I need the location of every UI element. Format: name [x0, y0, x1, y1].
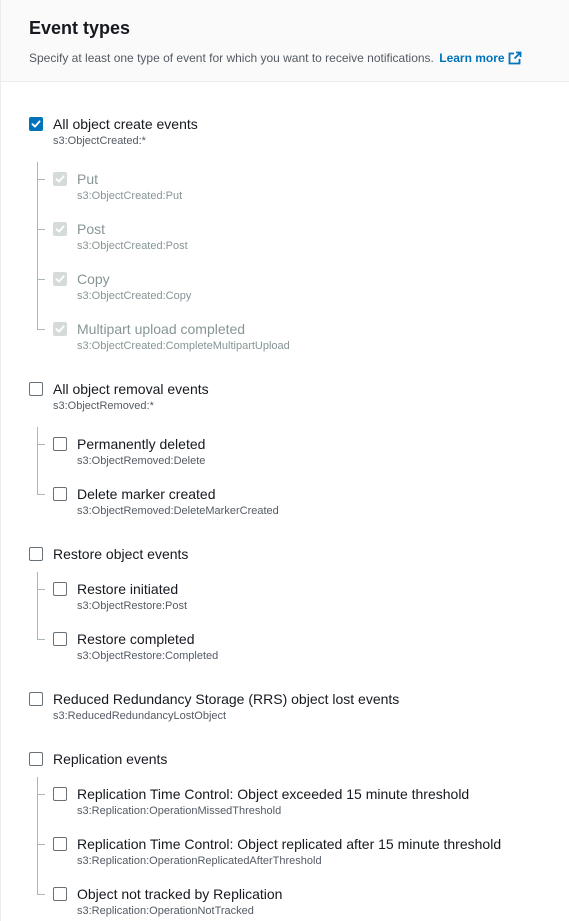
tree-branch-line	[37, 639, 45, 640]
event-checkbox	[53, 222, 67, 236]
event-code: s3:Replication:OperationMissedThreshold	[77, 805, 282, 817]
group-event-code: s3:ObjectRemoved:*	[53, 400, 154, 412]
event-code: s3:ObjectRemoved:DeleteMarkerCreated	[77, 505, 279, 517]
event-code: s3:ObjectRemoved:Delete	[77, 455, 206, 467]
event-code: s3:ObjectRestore:Completed	[77, 650, 219, 662]
tree-branch-line	[37, 894, 45, 895]
event-label: Put	[77, 171, 99, 187]
group-checkbox[interactable]	[29, 692, 43, 706]
event-checkbox	[53, 322, 67, 336]
event-checkbox[interactable]	[53, 487, 67, 501]
group-label: Reduced Redundancy Storage (RRS) object …	[53, 691, 400, 707]
event-code: s3:ObjectCreated:Put	[77, 190, 183, 202]
tree-branch-line	[37, 279, 45, 280]
tree-branch-line	[37, 229, 45, 230]
event-checkbox[interactable]	[53, 582, 67, 596]
event-checkbox[interactable]	[53, 837, 67, 851]
event-label: Restore completed	[77, 631, 195, 647]
group-label: All object create events	[53, 116, 198, 132]
event-checkbox[interactable]	[53, 887, 67, 901]
event-label: Post	[77, 221, 106, 237]
event-code: s3:ObjectCreated:Copy	[77, 290, 192, 302]
event-checkbox[interactable]	[53, 632, 67, 646]
event-checkbox[interactable]	[53, 787, 67, 801]
tree-branch-line	[37, 794, 45, 795]
group-label: Restore object events	[53, 546, 189, 562]
tree-connector-line	[37, 162, 38, 330]
event-label: Restore initiated	[77, 581, 179, 597]
event-code: s3:Replication:OperationNotTracked	[77, 905, 254, 917]
group-event-code: s3:ReducedRedundancyLostObject	[53, 710, 227, 722]
section-description: Specify at least one type of event for w…	[29, 50, 569, 69]
tree-branch-line	[37, 589, 45, 590]
event-label: Object not tracked by Replication	[77, 886, 283, 902]
tree-connector-line	[37, 572, 38, 640]
description-text: Specify at least one type of event for w…	[29, 51, 434, 65]
event-label: Multipart upload completed	[77, 321, 246, 337]
event-label: Copy	[77, 271, 110, 287]
learn-more-link[interactable]: Learn more	[439, 51, 521, 65]
event-code: s3:ObjectCreated:Post	[77, 240, 188, 252]
event-checkbox[interactable]	[53, 437, 67, 451]
event-label: Delete marker created	[77, 486, 216, 502]
event-label: Replication Time Control: Object exceede…	[77, 786, 470, 802]
group-checkbox[interactable]	[29, 117, 43, 131]
section-title: Event types	[29, 18, 131, 38]
event-code: s3:Replication:OperationReplicatedAfterT…	[77, 855, 322, 867]
event-type-list: All object create events s3:ObjectCreated…	[0, 82, 569, 921]
event-code: s3:ObjectRestore:Post	[77, 600, 188, 612]
group-event-code: s3:ObjectCreated:*	[53, 135, 146, 147]
tree-branch-line	[37, 329, 45, 330]
group-checkbox[interactable]	[29, 547, 43, 561]
tree-branch-line	[37, 444, 45, 445]
tree-connector-line	[37, 427, 38, 495]
event-label: Permanently deleted	[77, 436, 206, 452]
group-label: Replication events	[53, 751, 168, 767]
event-label: Replication Time Control: Object replica…	[77, 836, 502, 852]
group-checkbox[interactable]	[29, 382, 43, 396]
tree-branch-line	[37, 179, 45, 180]
group-checkbox[interactable]	[29, 752, 43, 766]
tree-branch-line	[37, 844, 45, 845]
tree-connector-line	[37, 777, 38, 895]
event-checkbox	[53, 172, 67, 186]
group-label: All object removal events	[53, 381, 209, 397]
tree-branch-line	[37, 494, 45, 495]
external-link-icon	[508, 51, 522, 69]
learn-more-label: Learn more	[439, 51, 505, 65]
event-code: s3:ObjectCreated:CompleteMultipartUpload	[77, 340, 290, 352]
event-checkbox	[53, 272, 67, 286]
event-types-header: Event types Specify at least one type of…	[0, 0, 569, 82]
